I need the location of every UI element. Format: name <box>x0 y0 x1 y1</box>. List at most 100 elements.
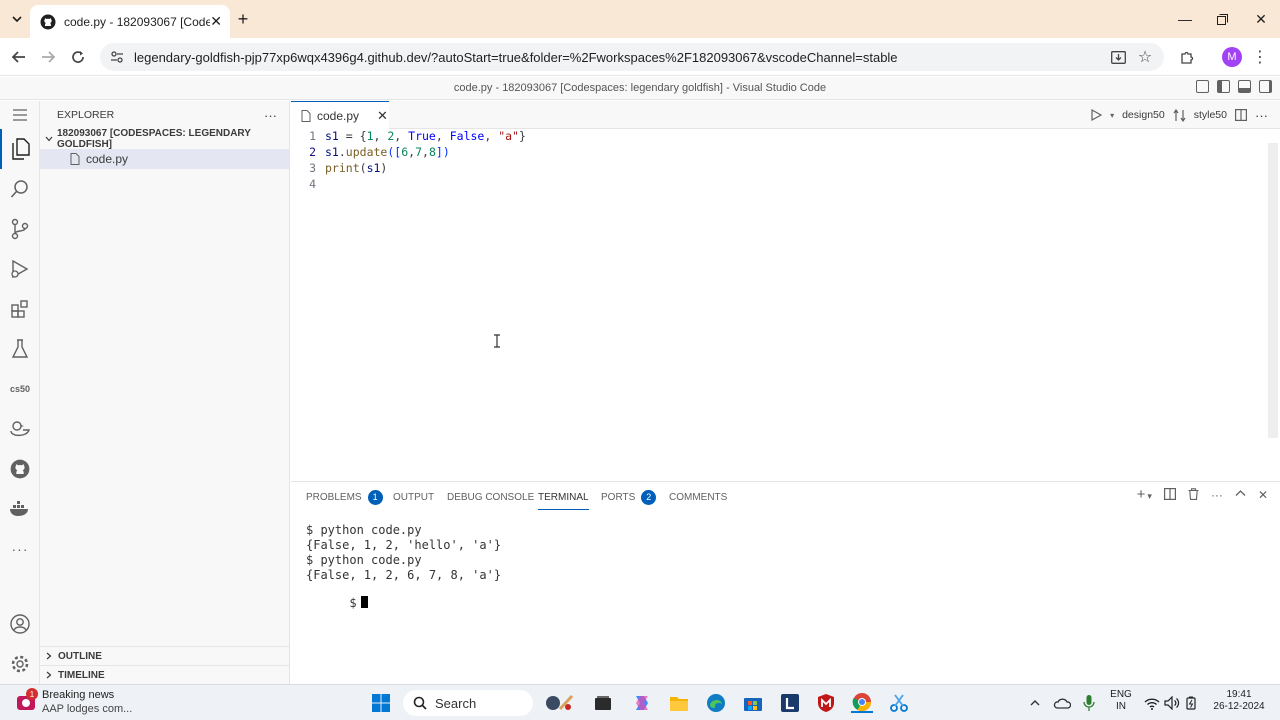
task-view-icon[interactable] <box>592 693 614 713</box>
start-windows-icon[interactable] <box>370 693 392 713</box>
browser-menu-icon[interactable]: ⋮ <box>1249 46 1271 68</box>
profile-avatar[interactable]: M <box>1222 47 1242 67</box>
tab-output[interactable]: OUTPUT <box>393 490 434 504</box>
workspace-folder[interactable]: 182093067 [CODESPACES: LEGENDARY GOLDFIS… <box>40 128 289 150</box>
panel-more-icon[interactable]: ··· <box>1211 488 1223 504</box>
tab-terminal[interactable]: TERMINAL <box>538 490 589 510</box>
language-indicator[interactable]: ENG IN <box>1108 689 1134 713</box>
toggle-secondary-sidebar-icon[interactable] <box>1259 80 1272 93</box>
install-app-icon[interactable] <box>1107 46 1129 68</box>
design50-button[interactable]: design50 <box>1122 109 1165 121</box>
onedrive-icon[interactable] <box>1051 693 1073 713</box>
news-widget[interactable]: 1 Breaking news AAP lodges com... <box>14 688 144 718</box>
new-terminal-icon[interactable]: + <box>1137 487 1146 504</box>
site-info-icon[interactable] <box>110 50 124 64</box>
toggle-primary-sidebar-icon[interactable] <box>1217 80 1230 93</box>
editor-scrollbar[interactable] <box>1268 143 1278 438</box>
split-editor-icon[interactable] <box>1235 109 1247 121</box>
edge-icon[interactable] <box>705 693 727 713</box>
mcafee-icon[interactable] <box>815 693 837 713</box>
more-actions-icon[interactable]: ··· <box>264 108 277 123</box>
extensions-icon[interactable] <box>0 289 40 329</box>
code-token: s1 <box>366 161 381 175</box>
editor-more-icon[interactable]: ··· <box>1255 108 1268 123</box>
new-tab-button[interactable]: + <box>232 8 254 30</box>
clock[interactable]: 19:41 26-12-2024 <box>1206 689 1272 713</box>
github-icon[interactable] <box>0 449 40 489</box>
copilot-icon[interactable] <box>631 693 653 713</box>
testing-icon[interactable] <box>0 329 40 369</box>
microphone-icon[interactable] <box>1078 693 1100 713</box>
back-icon[interactable] <box>8 46 30 68</box>
tab-ports[interactable]: PORTS 2 <box>601 489 657 505</box>
tab-ports-label: PORTS <box>601 491 636 503</box>
source-control-icon[interactable] <box>0 209 40 249</box>
duck-icon[interactable] <box>0 409 40 449</box>
battery-icon[interactable] <box>1181 693 1203 713</box>
file-label: code.py <box>86 152 129 166</box>
terminal-dropdown-icon[interactable]: ▾ <box>1147 488 1152 504</box>
chrome-icon[interactable] <box>851 693 873 713</box>
explorer-title: EXPLORER <box>57 109 115 121</box>
reload-icon[interactable] <box>67 46 89 68</box>
terminal-line: $ python code.py <box>306 523 422 537</box>
code-token: 1 <box>366 129 374 143</box>
code-token: } <box>518 129 526 143</box>
code-token: "a" <box>498 129 519 143</box>
split-terminal-icon[interactable] <box>1163 488 1176 504</box>
terminal-prompt[interactable]: $ <box>306 582 368 624</box>
browser-tab-active[interactable]: code.py - 182093067 [Codespaces ✕ <box>30 5 230 38</box>
tab-problems[interactable]: PROBLEMS 1 <box>306 489 383 505</box>
cricket-widget-icon[interactable] <box>543 693 577 713</box>
l-app-icon[interactable] <box>779 693 801 713</box>
file-item-code-py[interactable]: code.py <box>40 149 289 169</box>
file-explorer-icon[interactable] <box>668 693 690 713</box>
code-token: s1 <box>325 145 339 159</box>
compare-icon[interactable] <box>1173 108 1186 122</box>
bookmark-star-icon[interactable]: ☆ <box>1134 46 1156 68</box>
address-bar[interactable]: legendary-goldfish-pjp77xp6wqx4396g4.git… <box>100 43 1164 71</box>
extensions-puzzle-icon[interactable] <box>1176 46 1198 68</box>
cs50-icon[interactable]: cs50 <box>0 369 40 409</box>
search-icon[interactable] <box>0 169 40 209</box>
code-token: , <box>435 129 450 143</box>
run-python-icon[interactable] <box>1091 109 1103 121</box>
bottom-panel: PROBLEMS 1 OUTPUT DEBUG CONSOLE TERMINAL… <box>291 481 1280 684</box>
code-editor[interactable]: 1 s1 = { 1 , 2 , True , False , "a" } 2 … <box>291 129 1267 481</box>
show-hidden-icons-icon[interactable] <box>1024 693 1046 713</box>
docker-icon[interactable] <box>0 489 40 529</box>
close-icon[interactable]: ✕ <box>210 13 222 30</box>
forward-icon[interactable] <box>37 46 59 68</box>
toggle-panel-icon[interactable] <box>1238 80 1251 93</box>
maximize-panel-icon[interactable] <box>1235 488 1246 504</box>
close-panel-icon[interactable]: ✕ <box>1258 488 1268 504</box>
more-icon[interactable]: ··· <box>0 529 40 569</box>
minimize-icon[interactable]: — <box>1174 8 1196 30</box>
window-close-icon[interactable]: ✕ <box>1250 8 1272 30</box>
code-line: 1 s1 = { 1 , 2 , True , False , "a" } <box>291 129 526 145</box>
tab-comments[interactable]: COMMENTS <box>669 490 727 504</box>
explorer-icon[interactable] <box>0 129 40 169</box>
run-debug-icon[interactable] <box>0 249 40 289</box>
editor-tab-label: code.py <box>317 108 360 123</box>
tab-search-icon[interactable] <box>6 8 28 30</box>
volume-icon[interactable] <box>1161 693 1183 713</box>
news-badge: 1 <box>26 688 38 700</box>
style50-button[interactable]: style50 <box>1194 109 1227 121</box>
accounts-icon[interactable] <box>0 604 40 644</box>
manage-gear-icon[interactable] <box>0 644 40 684</box>
timeline-section[interactable]: TIMELINE <box>40 665 289 684</box>
taskbar-search[interactable]: Search <box>403 690 533 716</box>
editor-tab-code-py[interactable]: code.py ✕ <box>291 101 389 129</box>
close-tab-icon[interactable]: ✕ <box>377 108 388 124</box>
outline-section[interactable]: OUTLINE <box>40 646 289 665</box>
wifi-icon[interactable] <box>1141 693 1163 713</box>
microsoft-store-icon[interactable] <box>742 693 764 713</box>
hamburger-menu-icon[interactable] <box>0 101 40 129</box>
customize-layout-icon[interactable] <box>1196 80 1209 93</box>
maximize-icon[interactable] <box>1211 8 1233 30</box>
snipping-tool-icon[interactable] <box>888 693 910 713</box>
tab-debug-console[interactable]: DEBUG CONSOLE <box>447 490 534 504</box>
trash-icon[interactable] <box>1188 488 1199 504</box>
run-dropdown-icon[interactable]: ▾ <box>1110 111 1114 120</box>
